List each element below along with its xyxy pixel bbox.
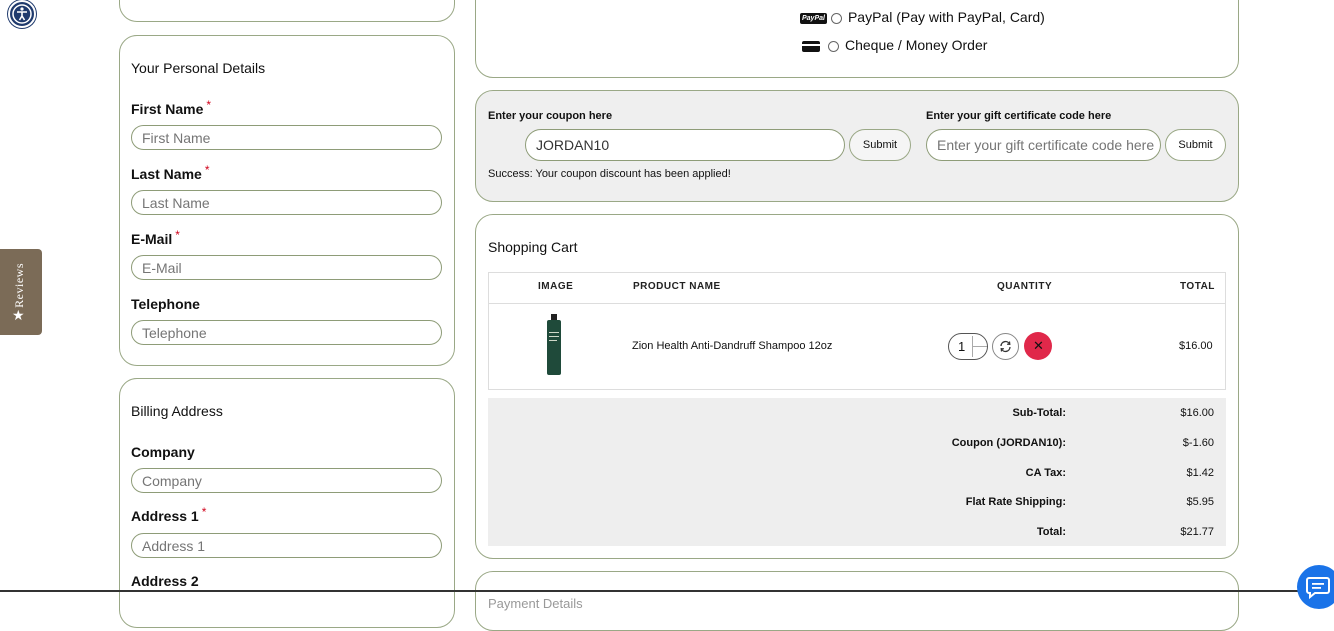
paypal-option[interactable]: PayPal PayPal (Pay with PayPal, Card) bbox=[800, 9, 1045, 25]
paypal-radio[interactable] bbox=[830, 12, 842, 24]
remove-button[interactable]: ✕ bbox=[1024, 332, 1052, 360]
last-name-input[interactable] bbox=[131, 190, 442, 215]
shopping-cart-title: Shopping Cart bbox=[488, 239, 578, 255]
paypal-icon: PayPal bbox=[800, 12, 827, 24]
payment-details-panel bbox=[475, 571, 1239, 631]
first-name-input[interactable] bbox=[131, 125, 442, 150]
header-total: TOTAL bbox=[1180, 281, 1215, 292]
email-label: E-Mail * bbox=[131, 228, 180, 247]
subtotal-label: Sub-Total: bbox=[1012, 407, 1066, 419]
product-image[interactable] bbox=[545, 314, 563, 381]
totals-block bbox=[488, 398, 1226, 546]
quantity-mid-line bbox=[973, 346, 987, 347]
accessibility-icon[interactable] bbox=[8, 0, 36, 28]
tax-value: $1.42 bbox=[1186, 467, 1214, 479]
header-quantity: QUANTITY bbox=[997, 281, 1053, 292]
company-label: Company bbox=[131, 444, 195, 460]
cart-table bbox=[488, 272, 1226, 390]
coupon-submit-button[interactable]: Submit bbox=[849, 129, 911, 161]
subtotal-value: $16.00 bbox=[1180, 407, 1214, 419]
refresh-icon bbox=[1000, 340, 1011, 353]
first-name-label: First Name * bbox=[131, 98, 212, 117]
card-icon bbox=[802, 40, 820, 52]
previous-panel bbox=[119, 0, 455, 22]
cart-table-divider bbox=[489, 303, 1225, 304]
gift-submit-button[interactable]: Submit bbox=[1165, 129, 1226, 161]
coupon-total-value: $-1.60 bbox=[1182, 437, 1214, 449]
company-input[interactable] bbox=[131, 468, 442, 493]
grand-total-value: $21.77 bbox=[1180, 526, 1214, 538]
chat-button[interactable] bbox=[1297, 565, 1334, 609]
shipping-value: $5.95 bbox=[1186, 496, 1214, 508]
quantity-value[interactable]: 1 bbox=[958, 339, 965, 354]
cheque-label: Cheque / Money Order bbox=[845, 37, 988, 53]
cheque-radio[interactable] bbox=[828, 40, 839, 52]
star-icon: ★ bbox=[12, 307, 25, 323]
close-icon: ✕ bbox=[1033, 338, 1044, 353]
bottom-bar bbox=[0, 590, 1334, 592]
address1-label: Address 1 * bbox=[131, 505, 207, 524]
product-name[interactable]: Zion Health Anti-Dandruff Shampoo 12oz bbox=[632, 340, 832, 352]
coupon-label: Enter your coupon here bbox=[488, 110, 613, 122]
quantity-stepper[interactable]: 1 bbox=[948, 333, 988, 360]
gift-certificate-input[interactable] bbox=[926, 129, 1161, 161]
telephone-input[interactable] bbox=[131, 320, 442, 345]
reviews-tab-label: Reviews bbox=[12, 263, 26, 308]
gift-certificate-label: Enter your gift certificate code here bbox=[926, 110, 1112, 122]
address2-label: Address 2 bbox=[131, 573, 199, 589]
header-product-name: PRODUCT NAME bbox=[633, 281, 721, 292]
billing-address-title: Billing Address bbox=[131, 403, 223, 419]
paypal-label: PayPal (Pay with PayPal, Card) bbox=[847, 9, 1045, 25]
refresh-button[interactable] bbox=[992, 333, 1019, 360]
payment-details-title: Payment Details bbox=[488, 596, 583, 611]
shipping-label: Flat Rate Shipping: bbox=[965, 496, 1066, 508]
coupon-success-message: Success: Your coupon discount has been a… bbox=[488, 168, 731, 180]
grand-total-label: Total: bbox=[1036, 526, 1066, 538]
tax-label: CA Tax: bbox=[1025, 467, 1066, 479]
header-image: IMAGE bbox=[538, 281, 574, 292]
email-input[interactable] bbox=[131, 255, 442, 280]
address1-input[interactable] bbox=[131, 533, 442, 558]
item-total: $16.00 bbox=[1179, 340, 1213, 352]
personal-details-title: Your Personal Details bbox=[131, 60, 266, 76]
chat-icon bbox=[1306, 577, 1330, 600]
last-name-label: Last Name * bbox=[131, 163, 210, 182]
telephone-label: Telephone bbox=[131, 296, 200, 312]
coupon-input[interactable] bbox=[525, 129, 845, 161]
coupon-total-label: Coupon (JORDAN10): bbox=[951, 437, 1066, 449]
cheque-option[interactable]: Cheque / Money Order bbox=[802, 37, 987, 53]
reviews-tab[interactable]: Reviews ★ bbox=[0, 249, 42, 335]
